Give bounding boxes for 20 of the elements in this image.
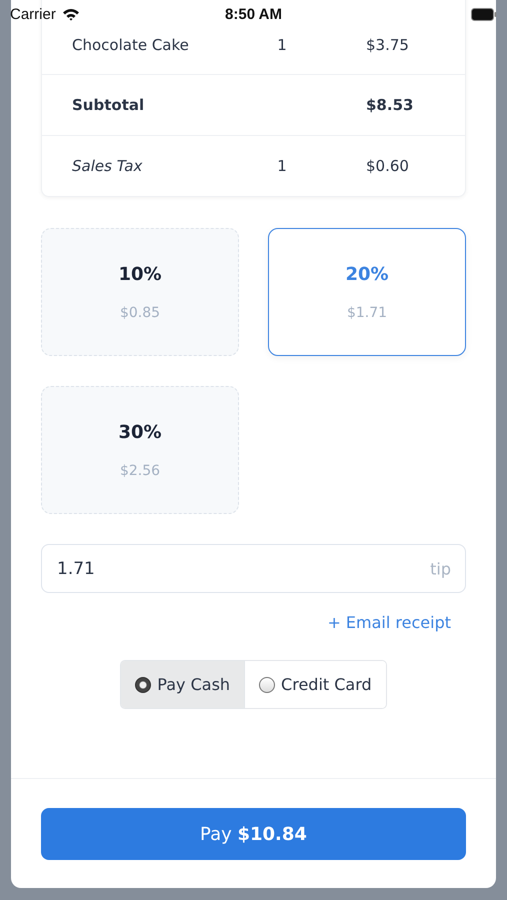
item-name: Chocolate Cake	[72, 36, 190, 54]
payment-method-option[interactable]: Pay Cash	[121, 661, 244, 708]
tip-option[interactable]: 10% $0.85	[41, 228, 239, 356]
item-name: Sales Tax	[72, 157, 144, 175]
tip-option[interactable]: 20% $1.71	[268, 228, 466, 356]
payment-method-option[interactable]: Credit Card	[244, 661, 386, 708]
status-time: 8:50 AM	[225, 6, 282, 22]
item-price: $0.60	[365, 157, 410, 175]
tip-option[interactable]: 30% $2.56	[41, 386, 239, 514]
email-receipt-link[interactable]: + Email receipt	[327, 613, 451, 632]
item-quantity: 1	[277, 157, 287, 175]
item-price: $8.53	[365, 96, 414, 114]
item-quantity: 1	[277, 36, 287, 54]
pay-button[interactable]: Pay $10.84	[41, 808, 466, 860]
tip-suffix-label: tip	[430, 559, 451, 578]
carrier-name: Carrier	[10, 6, 56, 22]
wifi-icon	[62, 8, 80, 20]
battery-icon	[471, 8, 497, 20]
item-name: Subtotal	[72, 96, 146, 114]
item-price: $3.75	[365, 36, 410, 54]
